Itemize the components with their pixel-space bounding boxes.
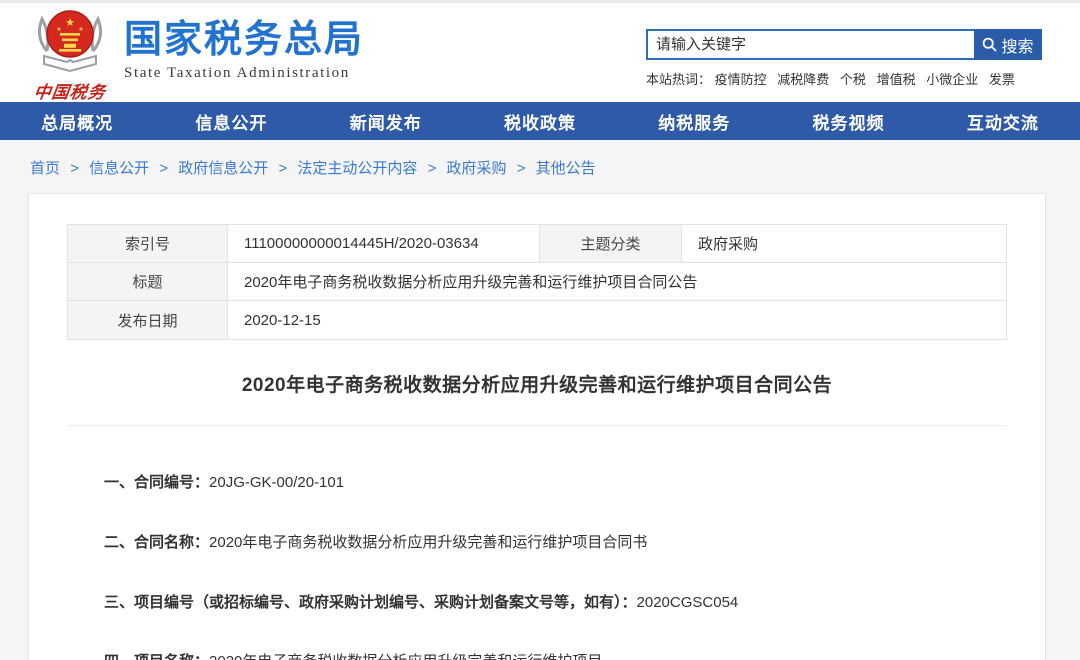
title-divider (67, 425, 1007, 426)
breadcrumb-link-statutory-disclosure[interactable]: 法定主动公开内容 (297, 160, 417, 177)
main-content-area: 首页 > 信息公开 > 政府信息公开 > 法定主动公开内容 > 政府采购 > 其… (0, 140, 1080, 660)
tax-emblem-icon: ★ ★ ★ (31, 62, 109, 79)
search-row: 搜索 (646, 29, 1042, 60)
breadcrumb-link-gov-info[interactable]: 政府信息公开 (178, 160, 268, 177)
meta-index-value: 11100000000014445H/2020-03634 (228, 225, 540, 262)
project-name-label: 四、项目名称： (104, 653, 209, 660)
nav-item-tax-service[interactable]: 纳税服务 (617, 109, 771, 134)
contract-number-line: 一、合同编号：20JG-GK-00/20-101 (104, 474, 1045, 493)
page-title: 2020年电子商务税收数据分析应用升级完善和运行维护项目合同公告 (29, 370, 1045, 397)
breadcrumb-separator: > (517, 160, 526, 177)
contract-number-label: 一、合同编号： (104, 474, 209, 491)
breadcrumb-separator: > (70, 160, 79, 177)
search-button[interactable]: 搜索 (974, 29, 1042, 60)
breadcrumb-separator: > (428, 160, 437, 177)
meta-title-value: 2020年电子商务税收数据分析应用升级完善和运行维护项目合同公告 (228, 263, 1006, 300)
search-area: 搜索 本站热词： 疫情防控 减税降费 个税 增值税 小微企业 发票 (646, 29, 1042, 88)
hotwords-label: 本站热词： (646, 72, 711, 87)
site-name: 国家税务总局 (124, 19, 364, 63)
search-icon (982, 37, 997, 52)
contract-name-label: 二、合同名称： (104, 534, 209, 551)
table-row: 发布日期 2020-12-15 (68, 301, 1006, 339)
nav-item-news[interactable]: 新闻发布 (309, 109, 463, 134)
nav-item-info-disclosure[interactable]: 信息公开 (154, 109, 308, 134)
meta-title-label: 标题 (68, 263, 228, 300)
nav-item-interaction[interactable]: 互动交流 (926, 109, 1080, 134)
contract-name-line: 二、合同名称：2020年电子商务税收数据分析应用升级完善和运行维护项目合同书 (104, 534, 1045, 553)
nav-item-tax-video[interactable]: 税务视频 (771, 109, 925, 134)
table-row: 标题 2020年电子商务税收数据分析应用升级完善和运行维护项目合同公告 (68, 263, 1006, 301)
search-button-label: 搜索 (1001, 33, 1033, 57)
svg-text:★: ★ (78, 26, 83, 33)
hotword-link[interactable]: 小微企业 (926, 72, 978, 87)
meta-index-label: 索引号 (68, 225, 228, 262)
meta-date-value: 2020-12-15 (228, 301, 1006, 339)
document-meta-table: 索引号 11100000000014445H/2020-03634 主题分类 政… (67, 224, 1007, 340)
site-logo[interactable]: ★ ★ ★ 中国税务 国家税务总局 State Taxation Adminis… (28, 9, 364, 103)
hotword-link[interactable]: 减税降费 (777, 72, 829, 87)
breadcrumb-link-info-disclosure[interactable]: 信息公开 (89, 160, 149, 177)
hotword-link[interactable]: 发票 (989, 72, 1015, 87)
contract-name-value: 2020年电子商务税收数据分析应用升级完善和运行维护项目合同书 (209, 534, 647, 551)
article-card: 索引号 11100000000014445H/2020-03634 主题分类 政… (28, 193, 1046, 660)
breadcrumb-separator: > (278, 160, 287, 177)
project-name-value: 2020年电子商务税收数据分析应用升级完善和运行维护项目 (209, 653, 602, 660)
hotwords-row: 本站热词： 疫情防控 减税降费 个税 增值税 小微企业 发票 (646, 69, 1042, 88)
project-number-value: 2020CGSC054 (637, 594, 739, 611)
article-body: 一、合同编号：20JG-GK-00/20-101 二、合同名称：2020年电子商… (104, 474, 1045, 660)
meta-date-label: 发布日期 (68, 301, 228, 339)
hotword-link[interactable]: 增值税 (877, 72, 916, 87)
logo-script-text: 中国税务 (26, 78, 114, 103)
table-row: 索引号 11100000000014445H/2020-03634 主题分类 政… (68, 225, 1006, 263)
breadcrumb-link-gov-procurement[interactable]: 政府采购 (447, 160, 507, 177)
breadcrumb-link-home[interactable]: 首页 (30, 160, 60, 177)
site-name-english: State Taxation Administration (124, 65, 364, 82)
nav-item-tax-policy[interactable]: 税收政策 (463, 109, 617, 134)
svg-text:★: ★ (56, 26, 61, 33)
breadcrumb: 首页 > 信息公开 > 政府信息公开 > 法定主动公开内容 > 政府采购 > 其… (0, 140, 1080, 193)
meta-category-value: 政府采购 (682, 225, 1006, 262)
page: ★ ★ ★ 中国税务 国家税务总局 State Taxation Adminis… (0, 0, 1080, 660)
contract-number-value: 20JG-GK-00/20-101 (209, 474, 344, 491)
breadcrumb-separator: > (159, 160, 168, 177)
project-number-label: 三、项目编号（或招标编号、政府采购计划编号、采购计划备案文号等，如有）： (104, 594, 637, 611)
tax-emblem: ★ ★ ★ 中国税务 (28, 9, 112, 103)
site-title-block: 国家税务总局 State Taxation Administration (124, 9, 364, 82)
project-name-line: 四、项目名称：2020年电子商务税收数据分析应用升级完善和运行维护项目 (104, 653, 1045, 660)
svg-text:★: ★ (65, 17, 75, 29)
search-input[interactable] (646, 29, 974, 60)
main-nav: 总局概况 信息公开 新闻发布 税收政策 纳税服务 税务视频 互动交流 (0, 102, 1080, 140)
project-number-line: 三、项目编号（或招标编号、政府采购计划编号、采购计划备案文号等，如有）：2020… (104, 594, 1045, 613)
hotword-link[interactable]: 个税 (840, 72, 866, 87)
hotword-link[interactable]: 疫情防控 (715, 72, 767, 87)
breadcrumb-link-other-notices[interactable]: 其他公告 (536, 160, 596, 177)
nav-item-overview[interactable]: 总局概况 (0, 109, 154, 134)
meta-category-label: 主题分类 (540, 225, 682, 262)
site-header: ★ ★ ★ 中国税务 国家税务总局 State Taxation Adminis… (0, 3, 1080, 102)
